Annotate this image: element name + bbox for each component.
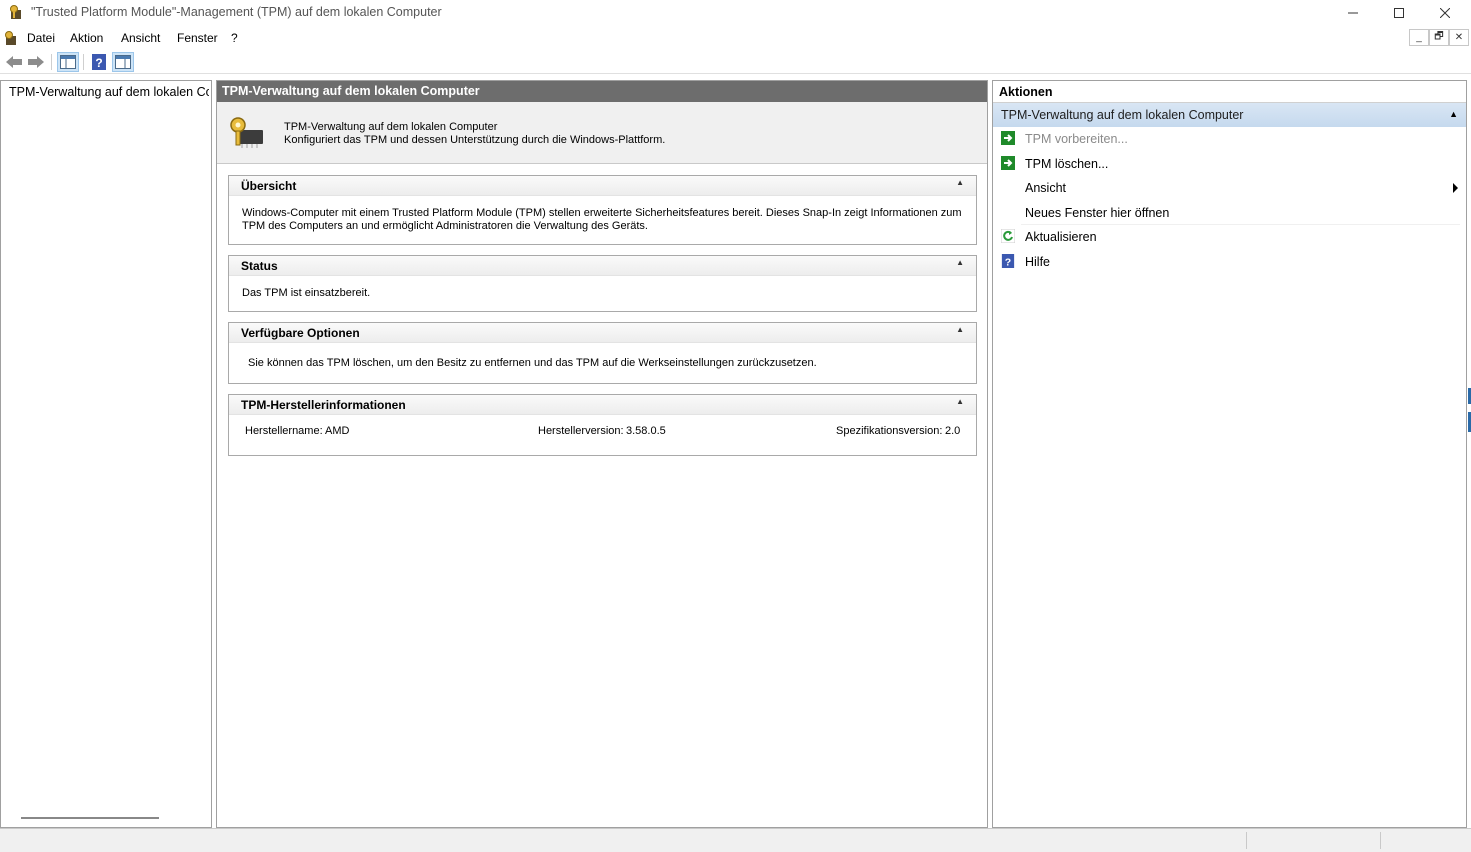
section-header[interactable]: Übersicht ▲: [229, 176, 976, 196]
status-bar-divider: [1246, 832, 1247, 849]
show-hide-action-pane-button[interactable]: [112, 52, 134, 72]
section-header[interactable]: TPM-Herstellerinformationen ▲: [229, 395, 976, 415]
section-title: Status: [241, 259, 278, 273]
status-bar: [0, 828, 1471, 852]
section-title: Übersicht: [241, 179, 297, 193]
section-available-options: Verfügbare Optionen ▲ Sie können das TPM…: [228, 322, 977, 384]
minimize-icon: [1348, 12, 1358, 14]
action-label: Aktualisieren: [1025, 230, 1097, 244]
minimize-icon: _: [1416, 32, 1422, 43]
manufacturer-info-row: Herstellername: AMD Herstellerversion: 3…: [229, 415, 976, 443]
action-help[interactable]: ? Hilfe: [993, 250, 1466, 275]
refresh-icon: [1001, 229, 1015, 243]
green-arrow-icon: [1001, 131, 1015, 145]
menu-aktion[interactable]: Aktion: [70, 31, 103, 45]
restore-icon: 🗗: [1434, 31, 1444, 42]
horizontal-scrollbar[interactable]: [21, 817, 159, 819]
section-body: Das TPM ist einsatzbereit.: [242, 287, 371, 299]
close-icon: ✕: [1454, 32, 1464, 43]
manufacturer-version-label: Herstellerversion:: [538, 425, 624, 437]
manufacturer-version-value: 3.58.0.5: [626, 425, 666, 437]
intro-description: Konfiguriert das TPM und dessen Unterstü…: [284, 134, 666, 146]
tree-item-tpm-root[interactable]: TPM-Verwaltung auf dem lokalen Computer: [5, 83, 209, 101]
collapse-up-icon[interactable]: ▲: [956, 178, 964, 187]
section-overview: Übersicht ▲ Windows-Computer mit einem T…: [228, 175, 977, 245]
status-bar-divider: [1380, 832, 1381, 849]
back-arrow-icon: [6, 56, 22, 68]
toolbar-separator: [83, 54, 84, 70]
help-button[interactable]: ?: [88, 52, 110, 72]
section-title: TPM-Herstellerinformationen: [241, 398, 406, 412]
close-button[interactable]: [1422, 0, 1468, 26]
action-label: TPM löschen...: [1025, 156, 1109, 171]
action-label: TPM vorbereiten...: [1025, 132, 1128, 146]
spec-version-label: Spezifikationsversion:: [836, 425, 943, 437]
svg-text:?: ?: [1005, 256, 1011, 268]
results-pane-header: TPM-Verwaltung auf dem lokalen Computer: [217, 81, 987, 102]
action-new-window[interactable]: Neues Fenster hier öffnen: [993, 201, 1466, 225]
menu-fenster[interactable]: Fenster: [177, 31, 218, 45]
action-refresh[interactable]: Aktualisieren: [993, 225, 1466, 250]
section-manufacturer-info: TPM-Herstellerinformationen ▲ Hersteller…: [228, 394, 977, 456]
action-label: Neues Fenster hier öffnen: [1025, 205, 1170, 220]
spec-version-value: 2.0: [945, 425, 961, 437]
tree-item-label: TPM-Verwaltung auf dem lokalen Computer: [9, 85, 209, 99]
help-icon: ?: [1001, 253, 1015, 268]
tpm-child-window-icon[interactable]: [4, 30, 18, 46]
actions-group-label: TPM-Verwaltung auf dem lokalen Computer: [1001, 108, 1244, 122]
menu-help[interactable]: ?: [231, 31, 238, 45]
forward-arrow-icon: [28, 56, 44, 68]
back-button[interactable]: [3, 52, 25, 72]
maximize-button[interactable]: [1376, 0, 1422, 26]
console-tree-pane: TPM-Verwaltung auf dem lokalen Computer: [0, 80, 212, 828]
action-label: Ansicht: [1025, 181, 1066, 195]
forward-button[interactable]: [25, 52, 47, 72]
intro-panel: TPM-Verwaltung auf dem lokalen Computer …: [217, 102, 987, 164]
action-tpm-clear[interactable]: TPM löschen...: [993, 152, 1466, 177]
collapse-up-icon[interactable]: ▲: [956, 258, 964, 267]
collapse-up-icon[interactable]: ▲: [956, 397, 964, 406]
show-hide-action-pane-icon: [115, 55, 131, 69]
maximize-icon: [1394, 8, 1404, 18]
actions-group-header[interactable]: TPM-Verwaltung auf dem lokalen Computer …: [993, 103, 1466, 127]
action-view[interactable]: Ansicht: [993, 176, 1466, 201]
results-pane: TPM-Verwaltung auf dem lokalen Computer …: [216, 80, 988, 828]
menu-datei[interactable]: Datei: [27, 31, 55, 45]
toolbar-separator: [51, 54, 52, 70]
collapse-up-icon[interactable]: ▲: [956, 325, 964, 334]
menu-bar: Datei Aktion Ansicht Fenster ? _ 🗗 ✕: [0, 26, 1471, 50]
green-arrow-icon: [1001, 155, 1015, 170]
manufacturer-name-label: Herstellername:: [245, 425, 323, 437]
actions-header: Aktionen: [993, 81, 1466, 103]
menu-ansicht[interactable]: Ansicht: [121, 31, 160, 45]
help-icon: ?: [92, 54, 106, 70]
section-header[interactable]: Verfügbare Optionen ▲: [229, 323, 976, 343]
collapse-up-icon[interactable]: ▲: [1449, 109, 1458, 119]
section-body: Sie können das TPM löschen, um den Besit…: [248, 357, 817, 369]
window-title: "Trusted Platform Module"-Management (TP…: [31, 5, 442, 19]
title-bar: "Trusted Platform Module"-Management (TP…: [0, 0, 1471, 26]
tpm-app-icon: [10, 5, 21, 19]
section-title: Verfügbare Optionen: [241, 326, 360, 340]
tpm-key-chip-icon: [230, 117, 263, 148]
section-header[interactable]: Status ▲: [229, 256, 976, 276]
manufacturer-name-value: AMD: [325, 425, 350, 437]
svg-text:?: ?: [95, 56, 102, 70]
close-icon: [1440, 8, 1450, 18]
actions-pane: Aktionen TPM-Verwaltung auf dem lokalen …: [992, 80, 1467, 828]
mdi-restore-button[interactable]: 🗗: [1429, 29, 1449, 46]
intro-title: TPM-Verwaltung auf dem lokalen Computer: [284, 121, 498, 133]
minimize-button[interactable]: [1330, 0, 1376, 26]
section-status: Status ▲ Das TPM ist einsatzbereit.: [228, 255, 977, 312]
submenu-arrow-icon: [1453, 183, 1458, 193]
show-hide-console-tree-button[interactable]: [57, 52, 79, 72]
section-body: Windows-Computer mit einem Trusted Platf…: [242, 207, 962, 232]
mdi-close-button[interactable]: ✕: [1449, 29, 1469, 46]
toolbar: ?: [0, 50, 1471, 74]
mdi-minimize-button[interactable]: _: [1409, 29, 1429, 46]
action-tpm-prepare[interactable]: TPM vorbereiten...: [993, 127, 1466, 152]
show-hide-console-tree-icon: [60, 55, 76, 69]
action-label: Hilfe: [1025, 254, 1051, 269]
